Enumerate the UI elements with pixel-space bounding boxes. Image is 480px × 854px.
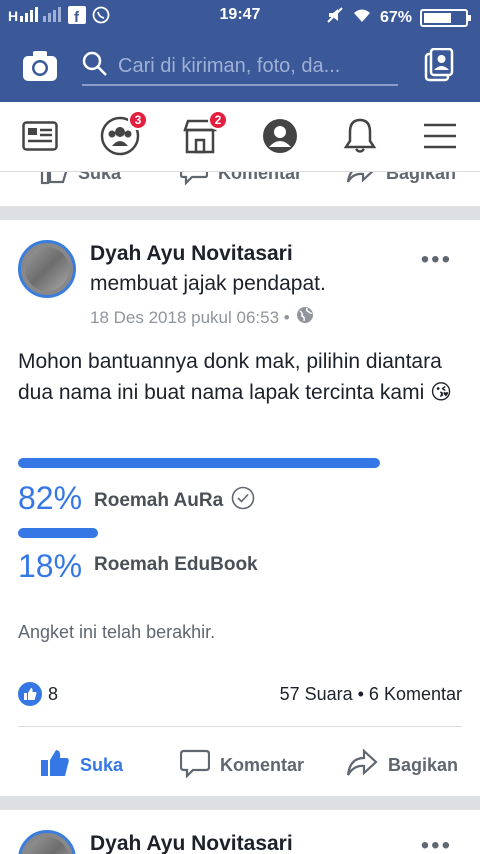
next-post-avatar[interactable] xyxy=(18,830,76,854)
battery-icon xyxy=(420,8,471,27)
thumbs-up-icon xyxy=(40,172,68,190)
tab-menu[interactable] xyxy=(418,116,462,160)
next-post: Dyah Ayu Novitasari ••• xyxy=(0,810,480,854)
post-meta: 18 Des 2018 pukul 06:53 • xyxy=(90,306,314,329)
post-author[interactable]: Dyah Ayu Novitasari xyxy=(90,242,293,266)
check-circle-icon xyxy=(231,486,255,516)
share-icon xyxy=(346,172,376,190)
battery-percent: 67% xyxy=(379,8,412,26)
previous-comment-button[interactable]: Komentar xyxy=(179,172,302,196)
more-options-button[interactable]: ••• xyxy=(421,246,452,274)
post-actions: Suka Komentar Bagikan xyxy=(0,742,480,788)
tab-bar: 3 2 xyxy=(0,102,480,172)
poll-option-2-bar xyxy=(18,528,98,538)
previous-like-button[interactable]: Suka xyxy=(40,172,121,196)
post-text: Mohon bantuannya donk mak, pilihin diant… xyxy=(18,350,452,404)
tab-news-feed[interactable] xyxy=(18,116,62,160)
poll-post: Dyah Ayu Novitasari membuat jajak pendap… xyxy=(0,222,480,796)
tab-friends[interactable]: 3 xyxy=(98,110,148,160)
poll-option-1[interactable]: Roemah AuRa xyxy=(94,486,255,516)
poll-option-1-label: Roemah AuRa xyxy=(94,490,224,511)
status-right: 67% xyxy=(326,6,471,29)
poll-option-1-percent: 82% xyxy=(18,480,83,516)
tab-marketplace[interactable]: 2 xyxy=(178,110,228,160)
previous-post-actions: Suka Komentar Bagikan xyxy=(0,172,480,206)
comment-label: Komentar xyxy=(220,754,305,775)
post-timestamp[interactable]: 18 Des 2018 pukul 06:53 • xyxy=(90,308,290,328)
search-icon xyxy=(82,51,108,82)
poll-ended-text: Angket ini telah berakhir. xyxy=(18,622,216,642)
news-feed-icon xyxy=(22,120,58,156)
like-label: Suka xyxy=(80,754,124,775)
friends-badge: 3 xyxy=(128,110,148,130)
poll-option-2[interactable]: Roemah EduBook xyxy=(94,554,258,576)
status-bar: H f 19:47 67% xyxy=(0,0,480,32)
previous-share-button[interactable]: Bagikan xyxy=(346,172,456,196)
profile-icon xyxy=(261,117,299,160)
like-reaction-icon xyxy=(18,682,42,706)
tab-notifications[interactable] xyxy=(338,116,382,160)
mute-icon xyxy=(326,6,344,29)
post-stats: 8 57 Suara • 6 Komentar xyxy=(0,680,480,710)
poll-option-1-bar xyxy=(18,458,380,468)
likes-count[interactable]: 8 xyxy=(48,684,58,705)
wifi-icon xyxy=(352,6,372,29)
top-bar xyxy=(0,32,480,102)
comment-icon xyxy=(179,748,211,783)
next-more-options-button[interactable]: ••• xyxy=(421,832,452,854)
globe-icon xyxy=(296,306,314,329)
comment-icon xyxy=(179,172,209,190)
avatar[interactable] xyxy=(18,240,76,298)
tab-profile[interactable] xyxy=(258,116,302,160)
action-divider xyxy=(18,726,462,727)
messenger-contacts-icon[interactable] xyxy=(424,47,454,87)
comment-button[interactable]: Komentar xyxy=(179,742,305,788)
feed-separator xyxy=(0,206,480,220)
poll-option-2-label: Roemah EduBook xyxy=(94,554,258,575)
share-icon xyxy=(346,747,378,783)
post-action: membuat jajak pendapat. xyxy=(90,272,326,295)
next-post-author[interactable]: Dyah Ayu Novitasari xyxy=(90,832,293,854)
marketplace-badge: 2 xyxy=(208,110,228,130)
poll-option-2-percent: 18% xyxy=(18,548,83,584)
search-input[interactable] xyxy=(118,54,398,78)
share-label: Bagikan xyxy=(388,754,459,775)
feed-separator xyxy=(0,796,480,810)
votes-comments-count[interactable]: 57 Suara • 6 Komentar xyxy=(280,684,462,705)
thumbs-up-filled-icon xyxy=(40,748,70,783)
like-button[interactable]: Suka xyxy=(40,742,123,788)
camera-icon[interactable] xyxy=(22,50,58,87)
hamburger-menu-icon xyxy=(423,122,457,155)
share-button[interactable]: Bagikan xyxy=(346,742,458,788)
bell-icon xyxy=(343,117,377,160)
search-box[interactable] xyxy=(82,48,398,86)
